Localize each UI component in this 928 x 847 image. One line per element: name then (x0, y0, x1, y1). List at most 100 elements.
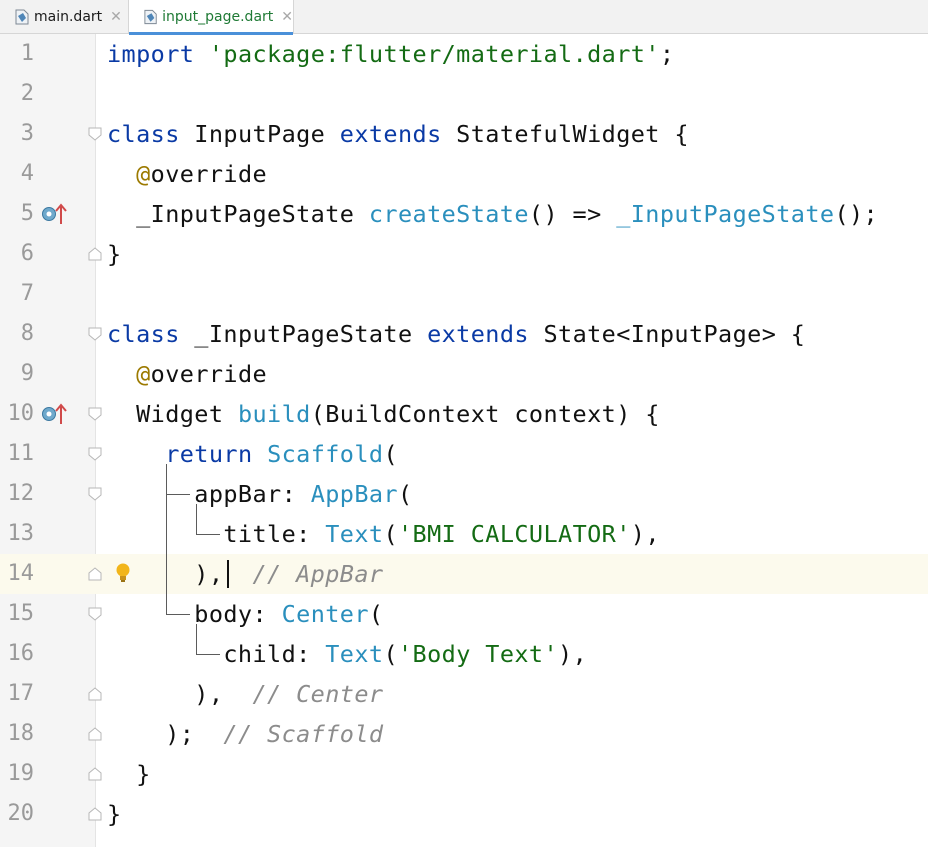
line-number: 8 (20, 321, 34, 346)
fold-collapse-icon[interactable] (88, 607, 102, 621)
fold-collapse-icon[interactable] (88, 447, 102, 461)
code-token: createState (368, 200, 529, 228)
fold-end-icon[interactable] (88, 807, 102, 821)
line-number: 17 (7, 681, 35, 706)
line-number: 16 (7, 641, 35, 666)
line-number: 2 (20, 81, 34, 106)
text-caret (227, 560, 229, 588)
code-line[interactable]: 5 _InputPageState createState() => _Inpu… (0, 194, 928, 234)
override-up-icon[interactable] (41, 202, 67, 226)
code-token: ), (558, 640, 588, 668)
code-text: body: Center( (107, 594, 383, 634)
code-line[interactable]: 15 body: Center( (0, 594, 928, 634)
line-number: 13 (7, 521, 35, 546)
close-icon[interactable]: ✕ (281, 9, 293, 25)
code-text: } (107, 794, 122, 834)
code-token: (); (834, 200, 879, 228)
code-text: ), // Center (107, 674, 383, 714)
tab-label: main.dart (34, 9, 103, 25)
code-line[interactable]: 20} (0, 794, 928, 834)
code-token: _InputPageState (107, 200, 369, 228)
tab-label: input_page.dart (162, 9, 274, 25)
code-line[interactable]: 8 class _InputPageState extends State<Inp… (0, 314, 928, 354)
line-number: 14 (7, 561, 35, 586)
code-token: 'BMI CALCULATOR' (398, 520, 631, 548)
line-number: 4 (20, 161, 34, 186)
fold-collapse-icon[interactable] (88, 487, 102, 501)
code-text: class _InputPageState extends State<Inpu… (107, 314, 805, 354)
line-number: 5 (20, 201, 34, 226)
tab-main-dart[interactable]: main.dart ✕ (0, 0, 128, 34)
code-token: import (107, 40, 195, 68)
code-text: @override (107, 154, 267, 194)
code-line[interactable]: 4 @override (0, 154, 928, 194)
code-line[interactable]: 2 (0, 74, 928, 114)
code-line[interactable]: 3 class InputPage extends StatefulWidget … (0, 114, 928, 154)
code-token: // AppBar (252, 560, 384, 588)
code-token: 'Body Text' (398, 640, 559, 668)
bulb-icon[interactable] (115, 562, 131, 584)
fold-end-icon[interactable] (88, 727, 102, 741)
code-line[interactable]: 13 title: Text('BMI CALCULATOR'), (0, 514, 928, 554)
line-number: 1 (20, 41, 34, 66)
dart-file-icon (144, 9, 157, 25)
code-token: State<InputPage> { (528, 320, 806, 348)
tab-input-page-dart[interactable]: input_page.dart ✕ (128, 0, 294, 35)
code-text: appBar: AppBar( (107, 474, 413, 514)
fold-end-icon[interactable] (88, 687, 102, 701)
fold-end-icon[interactable] (88, 247, 102, 261)
code-line[interactable]: 10 Widget build(BuildContext context) { (0, 394, 928, 434)
code-token: 'package:flutter/material.dart' (208, 40, 660, 68)
code-token: // Scaffold (223, 720, 384, 748)
code-token: } (107, 760, 151, 788)
dart-file-icon (15, 9, 29, 25)
widget-tree-guide (166, 464, 167, 614)
code-token: Scaffold (267, 440, 384, 468)
code-line[interactable]: 19 } (0, 754, 928, 794)
code-line[interactable]: 7 (0, 274, 928, 314)
code-line[interactable]: 14 ), // AppBar (0, 554, 928, 594)
fold-collapse-icon[interactable] (88, 127, 102, 141)
code-token: @ (136, 360, 151, 388)
code-token: () => (528, 200, 617, 228)
fold-collapse-icon[interactable] (88, 327, 102, 341)
code-line[interactable]: 17 ), // Center (0, 674, 928, 714)
code-token: body: (107, 600, 282, 628)
code-editor[interactable]: 1 import 'package:flutter/material.dart';… (0, 34, 928, 847)
code-line[interactable]: 18 ); // Scaffold (0, 714, 928, 754)
code-line[interactable]: 16 child: Text('Body Text'), (0, 634, 928, 674)
code-token: ( (383, 440, 399, 468)
widget-tree-guide (166, 494, 190, 495)
code-line[interactable]: 11 return Scaffold( (0, 434, 928, 474)
fold-end-icon[interactable] (88, 567, 102, 581)
code-text: import 'package:flutter/material.dart'; (107, 34, 674, 74)
code-text: title: Text('BMI CALCULATOR'), (107, 514, 660, 554)
fold-collapse-icon[interactable] (88, 407, 102, 421)
code-text: class InputPage extends StatefulWidget { (107, 114, 689, 154)
code-token: (BuildContext context) { (310, 400, 660, 428)
code-text: ); // Scaffold (107, 714, 383, 754)
code-line[interactable]: 1 import 'package:flutter/material.dart'; (0, 34, 928, 74)
widget-tree-guide (196, 624, 197, 654)
code-line[interactable]: 9 @override (0, 354, 928, 394)
code-text: _InputPageState createState() => _InputP… (107, 194, 878, 234)
override-up-icon[interactable] (41, 402, 67, 426)
fold-end-icon[interactable] (88, 767, 102, 781)
code-token: class (107, 120, 180, 148)
code-line[interactable]: 6} (0, 234, 928, 274)
code-line[interactable]: 12 appBar: AppBar( (0, 474, 928, 514)
code-token: } (107, 240, 122, 268)
code-token: InputPage (179, 120, 340, 148)
code-token: ( (368, 600, 384, 628)
code-token: } (107, 800, 122, 828)
close-icon[interactable]: ✕ (110, 9, 122, 25)
widget-tree-guide (166, 614, 190, 615)
line-number: 11 (7, 441, 35, 466)
code-token: extends (339, 120, 442, 148)
line-number: 6 (20, 241, 34, 266)
code-token: _InputPageState (616, 200, 835, 228)
line-number: 9 (20, 361, 34, 386)
line-number: 15 (7, 601, 35, 626)
